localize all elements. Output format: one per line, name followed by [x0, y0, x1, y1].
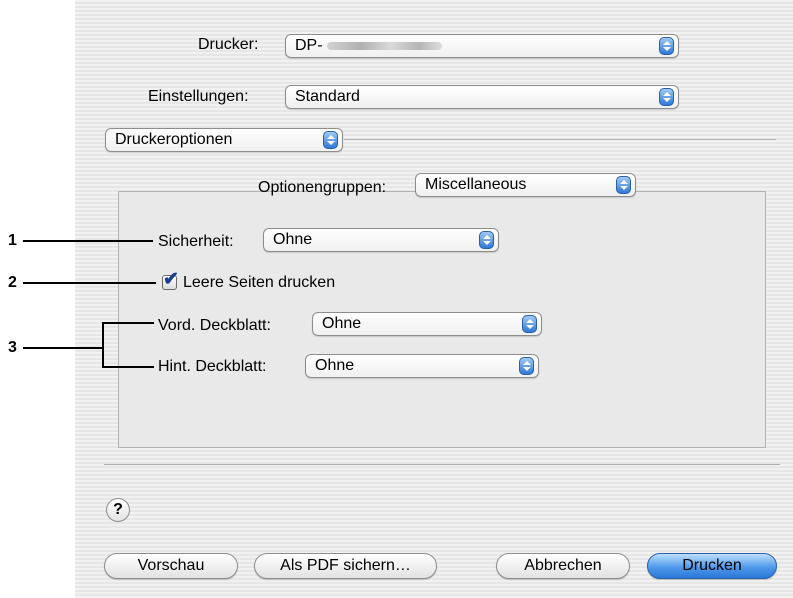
popup-arrows-icon — [519, 357, 534, 375]
checkmark-icon: ✔ — [163, 269, 179, 290]
print-button[interactable]: Drucken — [647, 553, 777, 579]
callout-bracket-bottom — [102, 366, 154, 368]
separator — [344, 139, 776, 140]
callout-line-2 — [23, 282, 156, 284]
security-value: Ohne — [273, 231, 313, 248]
help-button[interactable]: ? — [106, 498, 130, 522]
popup-arrows-icon — [479, 231, 494, 249]
blank-pages-checkbox[interactable]: ✔ — [162, 270, 179, 290]
callout-3: 3 — [8, 339, 17, 356]
popup-arrows-icon — [659, 88, 674, 106]
callout-2: 2 — [8, 274, 17, 291]
save-pdf-button[interactable]: Als PDF sichern… — [254, 553, 437, 579]
callout-line-3 — [23, 347, 103, 349]
front-cover-label: Vord. Deckblatt: — [158, 317, 271, 334]
popup-arrows-icon — [616, 176, 631, 194]
popup-arrows-icon — [659, 37, 674, 55]
callout-bracket-top — [102, 322, 154, 324]
printer-popup[interactable]: DP- — [285, 34, 679, 58]
printer-label: Drucker: — [198, 36, 259, 53]
front-cover-value: Ohne — [322, 315, 362, 332]
separator — [104, 464, 780, 465]
popup-arrows-icon — [323, 131, 338, 149]
back-cover-value: Ohne — [315, 357, 355, 374]
preview-button[interactable]: Vorschau — [104, 553, 238, 579]
printer-value: DP- — [295, 36, 442, 56]
cancel-button[interactable]: Abbrechen — [496, 553, 630, 579]
security-label: Sicherheit: — [158, 233, 234, 250]
option-groups-label: Optionengruppen: — [258, 179, 387, 196]
presets-label: Einstellungen: — [148, 88, 249, 105]
option-groups-popup[interactable]: Miscellaneous — [415, 173, 636, 197]
back-cover-popup[interactable]: Ohne — [305, 354, 539, 378]
blank-pages-label: Leere Seiten drucken — [183, 274, 336, 291]
callout-1: 1 — [8, 232, 17, 249]
back-cover-label: Hint. Deckblatt: — [158, 358, 267, 375]
panel-value: Druckeroptionen — [115, 131, 233, 148]
popup-arrows-icon — [522, 315, 537, 333]
option-groups-value: Miscellaneous — [425, 176, 527, 193]
front-cover-popup[interactable]: Ohne — [312, 312, 542, 336]
presets-value: Standard — [295, 88, 360, 105]
security-popup[interactable]: Ohne — [263, 228, 499, 252]
panel-popup[interactable]: Druckeroptionen — [105, 128, 343, 152]
callout-bracket-3 — [102, 322, 104, 368]
presets-popup[interactable]: Standard — [285, 85, 679, 109]
redacted-printer-name — [326, 41, 442, 50]
callout-line-1 — [23, 240, 153, 242]
